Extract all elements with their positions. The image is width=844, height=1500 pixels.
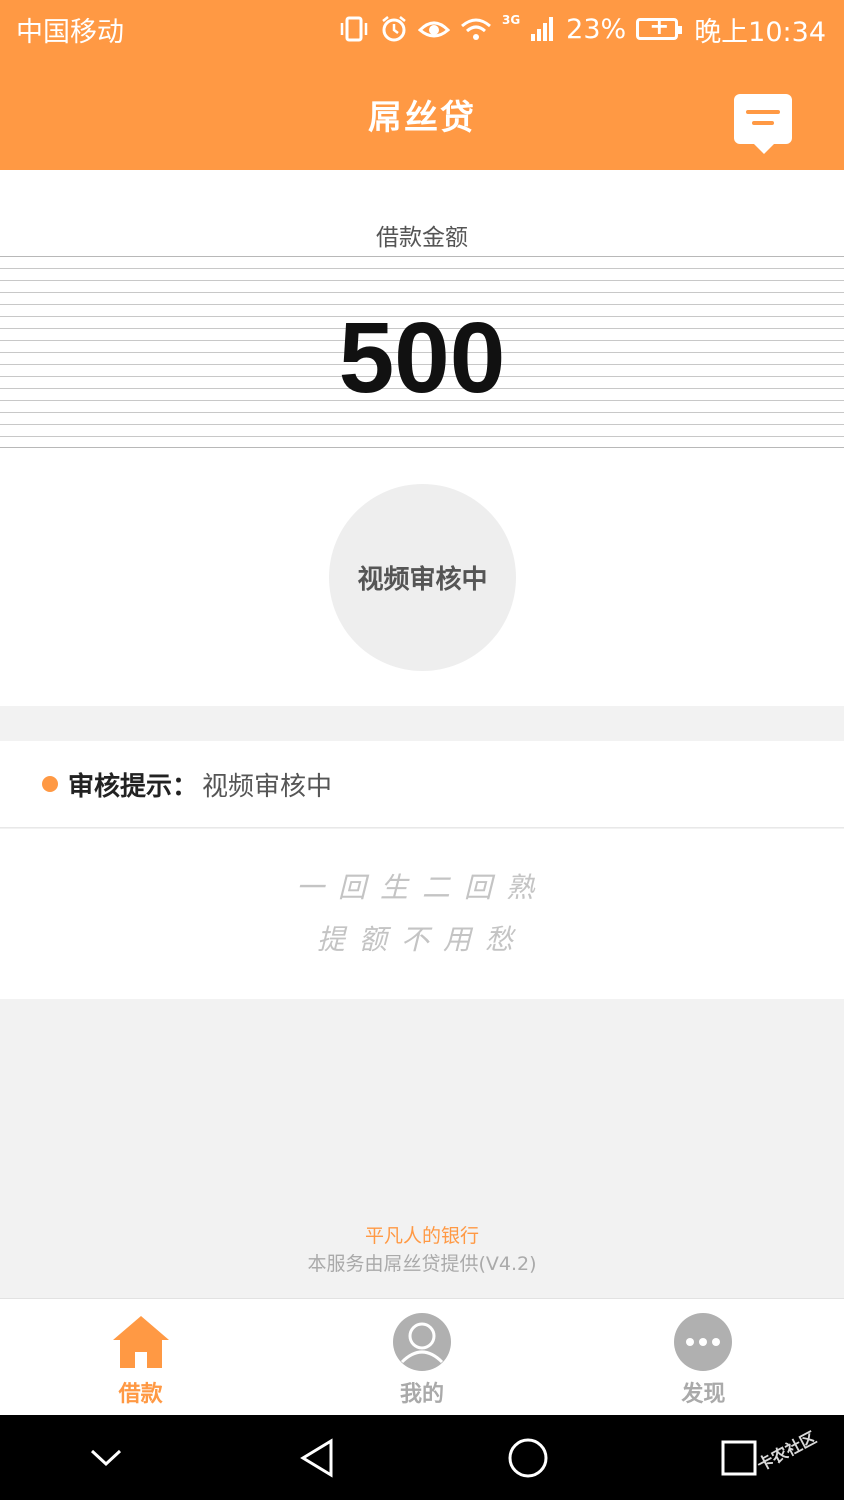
eye-comfort-icon	[417, 21, 450, 38]
amount-label: 借款金额	[376, 225, 468, 251]
user-icon	[392, 1313, 451, 1371]
tab-discover-label: 发现	[681, 1382, 726, 1407]
chevron-down-icon	[90, 1449, 121, 1466]
amount-value: 500	[338, 302, 506, 414]
notice-dot	[42, 776, 58, 792]
review-notice: 审核提示： 视频审核中	[0, 741, 844, 828]
page-title: 屌丝贷	[368, 97, 476, 138]
tab-loan[interactable]: 借款	[0, 1299, 281, 1415]
nav-home-button[interactable]	[493, 1428, 563, 1488]
signal-icon	[531, 17, 554, 41]
home-icon	[112, 1316, 169, 1368]
message-button[interactable]	[734, 94, 792, 154]
wifi-icon	[460, 18, 491, 40]
status-icons: 3G 23% + 晚上10:34	[338, 10, 826, 49]
clock-time: 晚上10:34	[694, 16, 826, 48]
more-icon	[674, 1313, 733, 1371]
nav-back-button[interactable]	[282, 1428, 352, 1488]
vibrate-icon	[340, 16, 368, 42]
alarm-icon	[382, 16, 406, 42]
message-icon	[746, 110, 780, 114]
slogan-line-1: 一回生二回熟	[295, 871, 548, 904]
notice-label: 审核提示：	[68, 771, 199, 802]
notice-value: 视频审核中	[202, 771, 333, 802]
tab-mine[interactable]: 我的	[281, 1299, 562, 1415]
footer-info: 平凡人的银行 本服务由屌丝贷提供(V4.2)	[0, 1222, 844, 1278]
loan-amount-card: 借款金额 500 视频审核中	[0, 170, 844, 706]
footer-provider: 本服务由屌丝贷提供(V4.2)	[307, 1253, 537, 1275]
system-nav-bar	[0, 1415, 844, 1500]
app-header: 屌丝贷	[0, 58, 844, 170]
status-bar: 中国移动 3G 23% + 晚上10:34	[0, 0, 844, 58]
footer-slogan: 平凡人的银行	[364, 1225, 479, 1247]
tab-loan-label: 借款	[118, 1382, 163, 1407]
carrier-name: 中国移动	[16, 16, 124, 48]
watermark-text: 卡农社区	[753, 1427, 820, 1475]
home-circle-icon	[508, 1438, 547, 1477]
bottom-tab-bar: 借款 我的 发现	[0, 1298, 844, 1415]
network-type: 3G	[501, 13, 521, 27]
slogan-line-2: 提额不用愁	[316, 923, 527, 956]
battery-percent: 23%	[566, 13, 627, 45]
back-triangle-icon	[299, 1437, 332, 1478]
nav-collapse-button[interactable]	[71, 1428, 141, 1488]
slogan-card: 一回生二回熟 提额不用愁	[0, 829, 844, 999]
tab-discover[interactable]: 发现	[563, 1299, 844, 1415]
review-status-button[interactable]: 视频审核中	[329, 484, 516, 671]
battery-charging-icon: +	[636, 12, 683, 40]
tab-mine-label: 我的	[399, 1382, 444, 1407]
